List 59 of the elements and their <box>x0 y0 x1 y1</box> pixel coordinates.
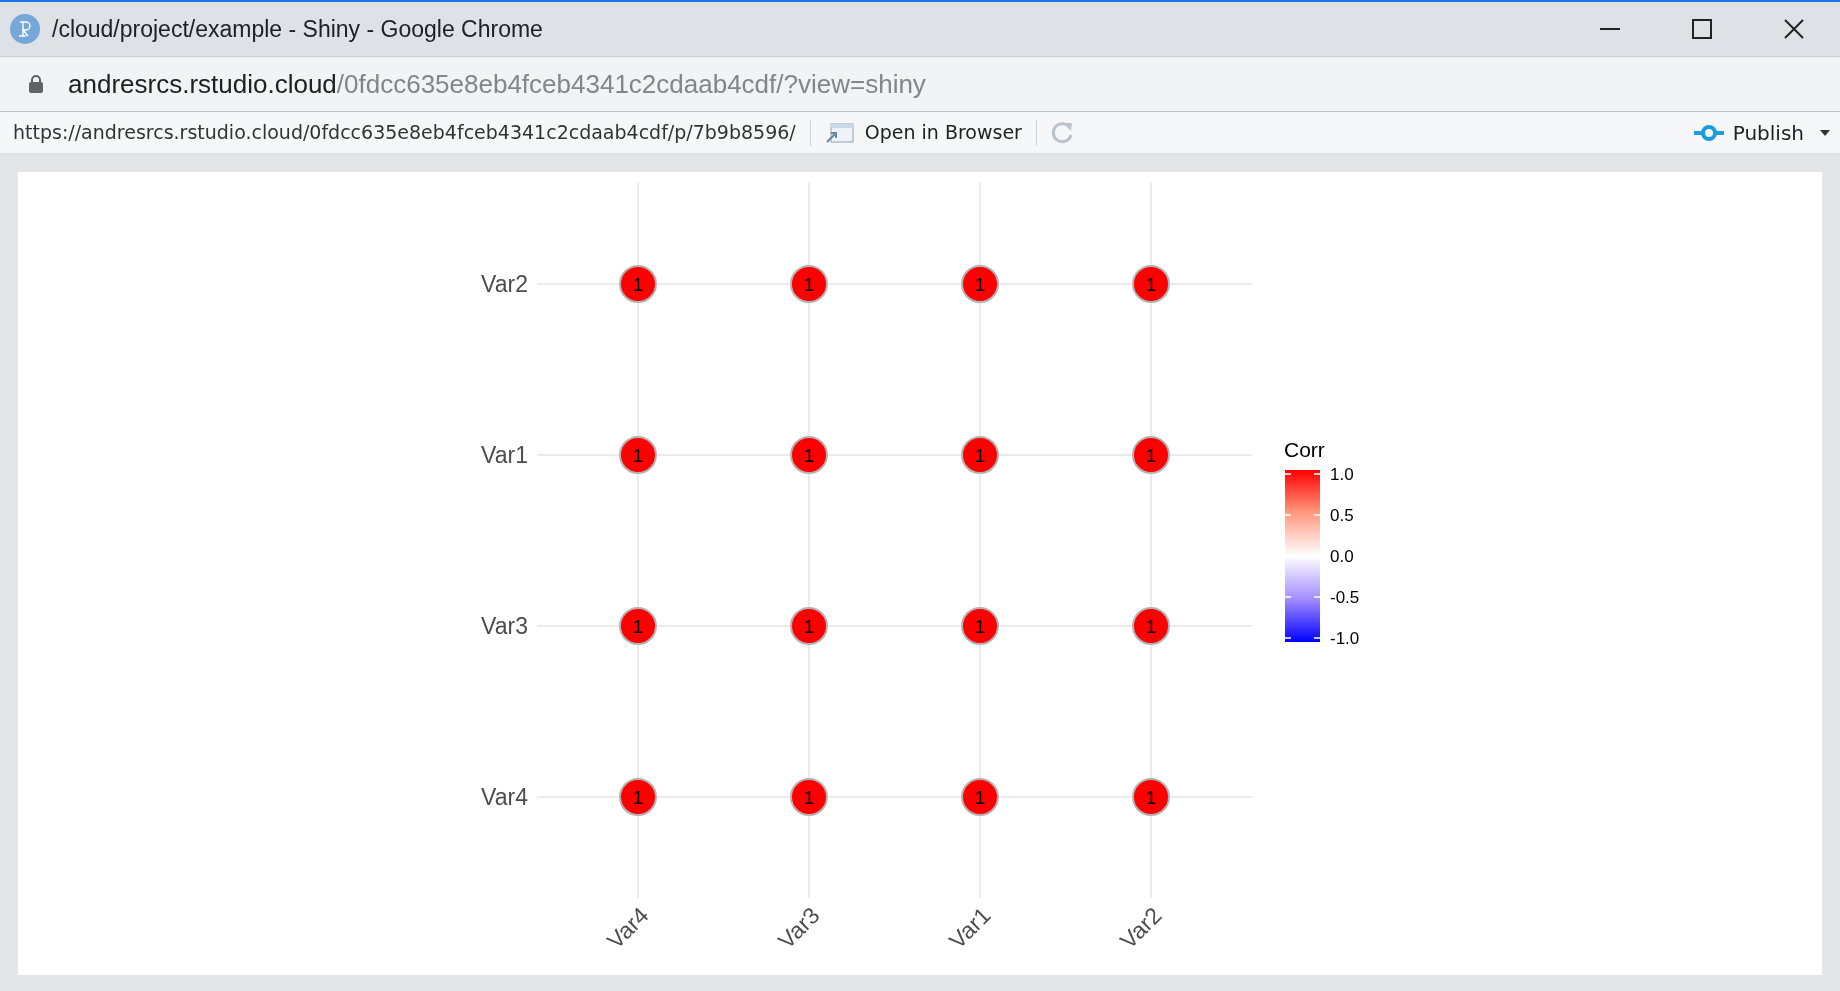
correlation-value: 1 <box>632 616 644 637</box>
lock-icon <box>28 74 44 94</box>
correlation-dot <box>1132 436 1170 474</box>
window-title: /cloud/project/example - Shiny - Google Chrome <box>52 14 543 44</box>
legend-tick-label: -0.5 <box>1330 588 1360 607</box>
correlation-dot <box>961 607 999 645</box>
correlation-dot <box>619 265 657 303</box>
correlation-dot <box>619 436 657 474</box>
correlation-dot <box>961 778 999 816</box>
open-in-browser-button[interactable]: Open in Browser <box>824 118 1022 147</box>
correlation-dot <box>1132 778 1170 816</box>
correlation-dot <box>1132 265 1170 303</box>
legend-tick-label: -1.0 <box>1330 629 1360 648</box>
correlation-dot <box>961 265 999 303</box>
correlation-value: 1 <box>803 274 815 295</box>
legend-tick-label: 1.0 <box>1330 465 1354 484</box>
correlation-dot <box>790 607 828 645</box>
address-url: andresrcs.rstudio.cloud/0fdcc635e8eb4fceb4341c2cdaab4cdf/?view=shiny <box>68 67 926 101</box>
correlation-value: 1 <box>1145 787 1157 808</box>
legend-title: Corr <box>1284 438 1325 461</box>
correlation-dot <box>790 265 828 303</box>
correlation-value: 1 <box>803 787 815 808</box>
correlation-dot <box>790 778 828 816</box>
legend-tick-label: 0.5 <box>1330 506 1354 525</box>
publish-button[interactable]: Publish <box>1692 117 1830 148</box>
axis-label: Var4 <box>481 784 528 810</box>
maximize-icon <box>1692 19 1712 39</box>
axis-label: Var2 <box>481 271 528 297</box>
correlation-dot <box>790 436 828 474</box>
correlation-value: 1 <box>1145 445 1157 466</box>
correlation-value: 1 <box>974 616 986 637</box>
correlation-dot <box>961 436 999 474</box>
axis-label: Var1 <box>944 902 996 954</box>
correlation-dot <box>619 607 657 645</box>
correlation-value: 1 <box>632 445 644 466</box>
correlation-value: 1 <box>632 787 644 808</box>
app-url: https://andresrcs.rstudio.cloud/0fdcc635e8eb4fceb4341c2cdaab4cdf/p/7b9b8596/ <box>13 120 796 146</box>
axis-label: Var4 <box>602 902 654 954</box>
window-arrow-icon <box>824 121 855 144</box>
correlation-value: 1 <box>1145 274 1157 295</box>
axis-label: Var3 <box>773 902 825 954</box>
caret-icon <box>1820 129 1830 136</box>
axis-label: Var3 <box>481 613 528 639</box>
legend-tick-label: 0.0 <box>1330 547 1354 566</box>
correlation-value: 1 <box>1145 616 1157 637</box>
correlation-value: 1 <box>632 274 644 295</box>
correlation-value: 1 <box>974 445 986 466</box>
correlation-value: 1 <box>803 445 815 466</box>
correlation-value: 1 <box>803 616 815 637</box>
correlation-dot <box>619 778 657 816</box>
axis-label: Var1 <box>481 442 528 468</box>
correlation-value: 1 <box>974 274 986 295</box>
address-bar[interactable]: andresrcs.rstudio.cloud/0fdcc635e8eb4fceb4341c2cdaab4cdf/?view=shiny <box>0 56 1840 112</box>
minimize-icon <box>1600 28 1620 30</box>
correlation-value: 1 <box>974 787 986 808</box>
app-icon <box>10 14 40 44</box>
correlation-dot <box>1132 607 1170 645</box>
close-icon <box>1784 19 1804 39</box>
axis-label: Var2 <box>1115 902 1167 954</box>
